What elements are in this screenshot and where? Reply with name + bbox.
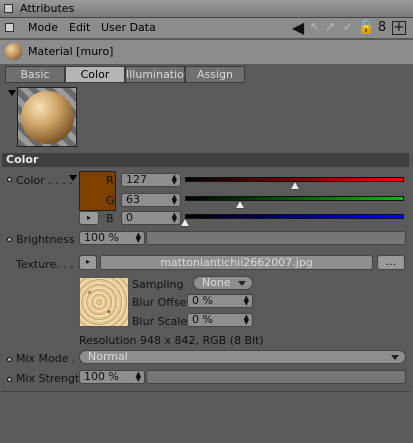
channel-g-label: G — [106, 194, 115, 207]
material-icon — [5, 43, 22, 60]
mix-mode-dropdown[interactable]: Normal — [79, 350, 406, 364]
tab-illumination[interactable]: Illumination — [125, 66, 191, 83]
menu-bar: Mode Edit User Data ◀ ↖ ↗ ✓ 🔓 8 + — [0, 18, 413, 39]
channel-b-slider-handle[interactable] — [181, 219, 189, 226]
channel-b-value: 0 — [126, 211, 133, 224]
channel-g-value: 63 — [126, 193, 140, 206]
sampling-value: None — [202, 276, 231, 289]
channel-r-value: 127 — [126, 173, 147, 186]
chevron-down-icon — [238, 281, 246, 286]
tab-color[interactable]: Color — [65, 66, 125, 83]
brightness-label: Brightness — [16, 233, 75, 246]
menu-edit[interactable]: Edit — [69, 21, 90, 34]
channel-b-field[interactable]: 0 ▲ ▼ — [121, 211, 181, 225]
blur-offset-field[interactable]: 0 % ▲ ▼ — [187, 294, 253, 308]
blur-scale-value: 0 % — [192, 313, 213, 326]
mix-strength-field[interactable]: 100 % ▲ ▼ — [79, 370, 145, 384]
color-mode-button[interactable]: ▸ — [79, 211, 99, 225]
color-dropdown-arrow-icon[interactable] — [69, 175, 77, 181]
tab-assign[interactable]: Assign — [185, 66, 245, 83]
mix-mode-animate-icon[interactable] — [7, 357, 12, 362]
spinner-icon[interactable]: ▲ ▼ — [136, 371, 141, 383]
spinner-icon[interactable]: ▲ ▼ — [172, 212, 177, 224]
section-header-color: Color — [2, 153, 409, 167]
mix-strength-value: 100 % — [84, 370, 119, 383]
new-panel-icon[interactable]: + — [392, 21, 406, 35]
material-preview[interactable] — [17, 87, 77, 147]
spinner-icon[interactable]: ▲ ▼ — [136, 232, 141, 244]
spinner-icon[interactable]: ▲ ▼ — [244, 295, 249, 307]
channel-r-slider-handle[interactable] — [290, 182, 299, 189]
brightness-animate-icon[interactable] — [7, 237, 12, 242]
history-icon[interactable]: ✓ — [340, 20, 356, 36]
spinner-icon[interactable]: ▲ ▼ — [172, 194, 177, 206]
channel-b-slider[interactable] — [185, 214, 404, 219]
texture-filename-field[interactable]: mattoniantichii2662007.jpg — [100, 255, 373, 270]
mix-mode-label: Mix Mode . . — [16, 352, 83, 365]
texture-resolution: Resolution 948 x 842, RGB (8 Bit) — [79, 334, 264, 347]
tab-bar: Basic Color Illumination Assign — [5, 66, 245, 83]
lock-icon[interactable]: 🔓 — [358, 20, 374, 36]
preview-sphere — [21, 91, 74, 144]
color-label: Color . . . . — [16, 174, 73, 187]
channel-g-slider-handle[interactable] — [235, 201, 244, 208]
forward-arrow-icon[interactable]: ↗ — [322, 20, 338, 36]
menu-mode[interactable]: Mode — [28, 21, 58, 34]
window-icon — [4, 4, 13, 13]
preview-menu-arrow-icon[interactable] — [8, 90, 16, 96]
texture-label: Texture. . . . — [16, 258, 81, 271]
title-bar: Attributes — [0, 0, 413, 18]
texture-browse-button[interactable]: ... — [377, 255, 405, 270]
brightness-field[interactable]: 100 % ▲ ▼ — [79, 231, 145, 245]
material-name: Material [muro] — [28, 45, 114, 58]
menu-user-data[interactable]: User Data — [101, 21, 156, 34]
material-header: Material [muro] — [0, 40, 413, 64]
channel-r-label: R — [106, 174, 114, 187]
spinner-icon[interactable]: ▲ ▼ — [244, 314, 249, 326]
link-icon[interactable]: 8 — [374, 20, 390, 36]
blur-offset-value: 0 % — [192, 294, 213, 307]
channel-r-field[interactable]: 127 ▲ ▼ — [121, 173, 181, 187]
mix-mode-value: Normal — [88, 350, 128, 363]
mix-strength-label: Mix Strength — [16, 372, 87, 385]
window-title: Attributes — [20, 2, 75, 15]
texture-thumbnail[interactable] — [79, 277, 129, 327]
spinner-icon[interactable]: ▲ ▼ — [172, 174, 177, 186]
mix-strength-slider[interactable] — [146, 370, 406, 384]
blur-scale-field[interactable]: 0 % ▲ ▼ — [187, 313, 253, 327]
channel-b-label: B — [106, 212, 114, 225]
brightness-slider[interactable] — [146, 231, 406, 245]
mix-strength-animate-icon[interactable] — [7, 377, 12, 382]
sampling-dropdown[interactable]: None — [193, 276, 253, 290]
up-arrow-icon[interactable]: ↖ — [307, 20, 323, 36]
color-animate-icon[interactable] — [7, 177, 12, 182]
back-arrow-icon[interactable]: ◀ — [290, 20, 306, 36]
tab-basic[interactable]: Basic — [5, 66, 65, 83]
brightness-value: 100 % — [84, 231, 119, 244]
chevron-down-icon — [391, 355, 399, 360]
texture-menu-button[interactable]: ▸ — [79, 255, 97, 270]
channel-g-slider[interactable] — [185, 196, 404, 201]
sampling-label: Sampling — [132, 278, 184, 291]
panel-menu-icon[interactable] — [5, 23, 14, 32]
divider — [2, 391, 409, 392]
channel-g-field[interactable]: 63 ▲ ▼ — [121, 193, 181, 207]
blur-offset-label: Blur Offset — [132, 296, 191, 309]
blur-scale-label: Blur Scale — [132, 315, 188, 328]
